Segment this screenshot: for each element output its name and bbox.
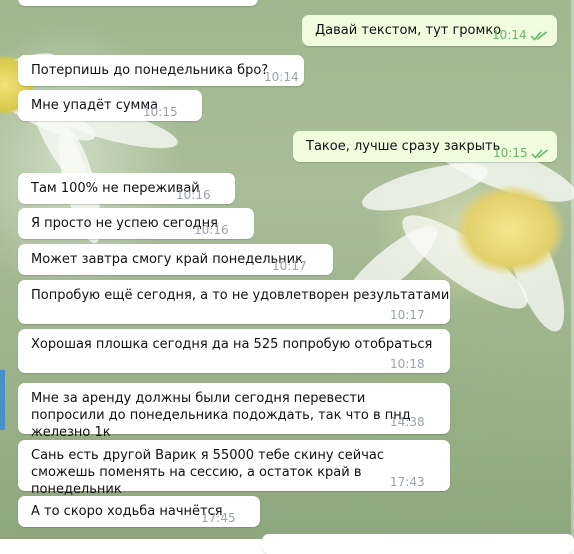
incoming-message[interactable]: А то скоро ходьба начнётся 17:45 xyxy=(18,496,260,527)
message-text: Сань есть другой Варик я 55000 тебе скин… xyxy=(31,448,385,497)
message-bubble-cutoff[interactable] xyxy=(262,534,574,554)
message-time: 10:15 xyxy=(493,146,528,160)
incoming-message[interactable]: Мне упадёт сумма 10:15 xyxy=(18,90,202,121)
message-time: 10:14 xyxy=(264,70,299,84)
message-time: 10:18 xyxy=(390,357,425,371)
incoming-message[interactable]: Хорошая плошка сегодня да на 525 попробу… xyxy=(18,329,450,373)
incoming-message[interactable]: Может завтра смогу край понедельник 10:17 xyxy=(18,244,333,275)
outgoing-message[interactable]: Такое, лучше сразу закрыть 10:15 xyxy=(293,131,557,162)
message-time: 10:16 xyxy=(176,188,211,202)
message-text: Хорошая плошка сегодня да на 525 попробу… xyxy=(31,337,433,352)
message-time: 10:17 xyxy=(272,259,307,273)
double-check-icon xyxy=(530,31,547,41)
message-text: Такое, лучше сразу закрыть xyxy=(306,139,501,154)
incoming-message[interactable]: Мне за аренду должны были сегодня переве… xyxy=(18,383,450,440)
message-time: 10:14 xyxy=(492,28,527,42)
message-time: 17:45 xyxy=(201,511,236,525)
window-edge-accent xyxy=(0,370,5,430)
background-flower-center xyxy=(455,185,565,275)
incoming-message[interactable]: Сань есть другой Варик я 55000 тебе скин… xyxy=(18,440,450,497)
message-text: Может завтра смогу край понедельник xyxy=(31,252,303,267)
message-text: А то скоро ходьба начнётся xyxy=(31,504,223,519)
double-check-icon xyxy=(531,149,548,159)
message-text: Там 100% не переживай xyxy=(31,181,200,196)
message-time: 10:16 xyxy=(194,223,229,237)
message-text: Потерпишь до понедельника бро? xyxy=(31,63,269,78)
message-text: Давай текстом, тут громко xyxy=(315,23,502,38)
message-text: Я просто не успею сегодня xyxy=(31,216,218,231)
incoming-message[interactable]: Я просто не успею сегодня 10:16 xyxy=(18,208,254,239)
message-time: 14:38 xyxy=(390,415,425,429)
message-text: Мне за аренду должны были сегодня переве… xyxy=(31,391,411,440)
message-text: Мне упадёт сумма xyxy=(31,98,159,113)
message-time: 10:17 xyxy=(390,308,425,322)
incoming-message[interactable]: Попробую ещё сегодня, а то не удовлетвор… xyxy=(18,280,450,324)
incoming-message[interactable]: Там 100% не переживай 10:16 xyxy=(18,173,235,204)
message-bubble-cutoff[interactable] xyxy=(18,0,258,6)
message-time: 10:15 xyxy=(143,105,178,119)
incoming-message[interactable]: Потерпишь до понедельника бро? 10:14 xyxy=(18,55,304,86)
outgoing-message[interactable]: Давай текстом, тут громко 10:14 xyxy=(302,15,557,46)
message-time: 17:43 xyxy=(390,475,425,489)
message-text: Попробую ещё сегодня, а то не удовлетвор… xyxy=(31,288,450,303)
